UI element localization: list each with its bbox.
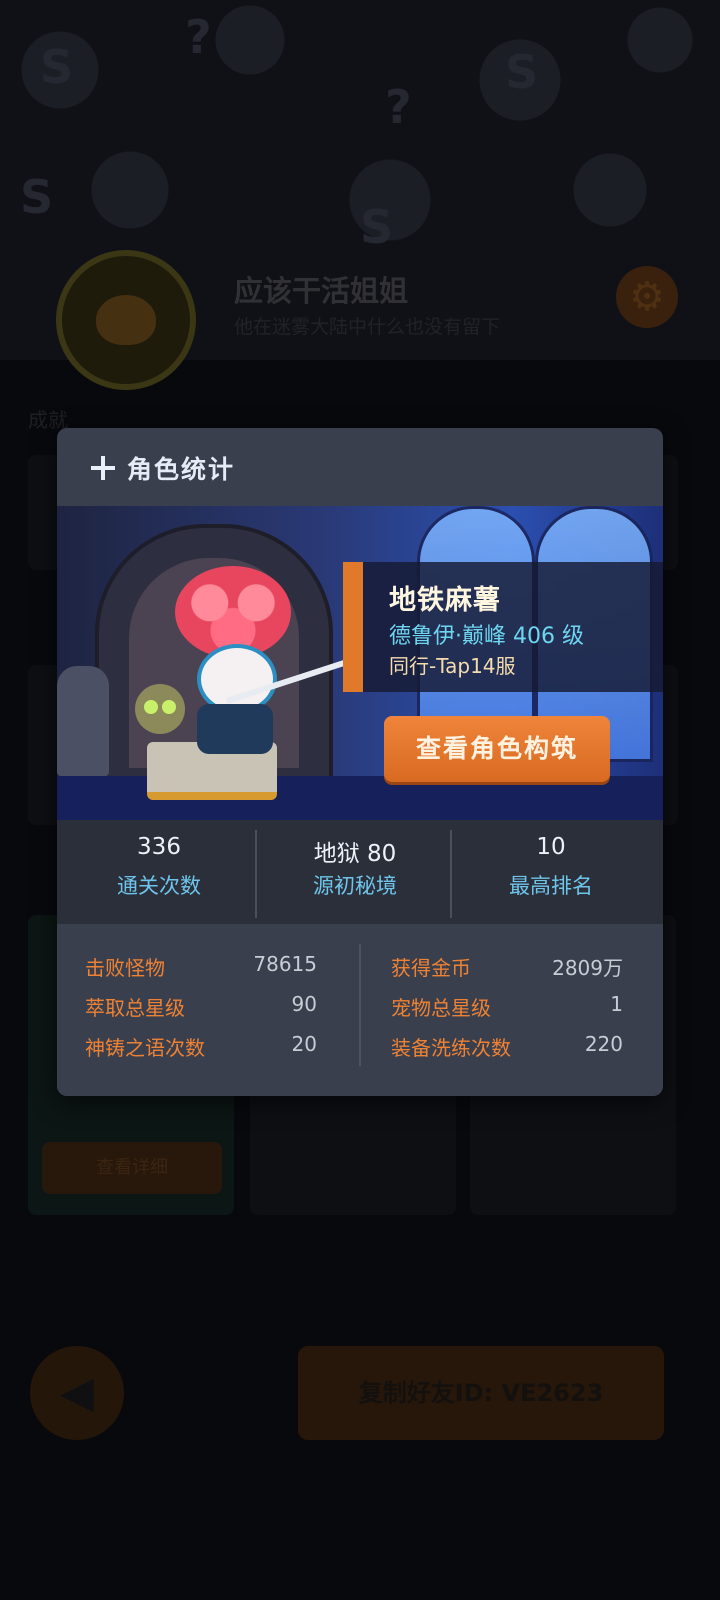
stat-label: 通关次数 (117, 874, 201, 898)
grid-divider (359, 944, 361, 1066)
stat-row: 神铸之语次数 20 (85, 1032, 317, 1062)
stat-value: 1 (610, 992, 623, 1016)
stat-value: 78615 (253, 952, 317, 976)
top-stats-row: 336 通关次数 地狱 80 源初秘境 10 最高排名 (57, 820, 663, 924)
character-banner: 地铁麻薯 德鲁伊·巅峰 406 级 同行-Tap14服 查看角色构筑 (57, 506, 663, 820)
stat-label: 神铸之语次数 (85, 1036, 205, 1060)
stat-row: 萃取总星级 90 (85, 992, 317, 1022)
stat-value: 地狱 80 (313, 841, 397, 867)
stat-label: 宠物总星级 (391, 996, 491, 1020)
stat-best-rank: 10 最高排名 (451, 820, 651, 924)
modal-header: 角色统计 (57, 428, 663, 506)
stat-label: 萃取总星级 (85, 996, 185, 1020)
stat-row: 获得金币 2809万 (391, 952, 623, 982)
stat-label: 最高排名 (509, 874, 593, 898)
modal-title: 角色统计 (127, 455, 236, 484)
stat-origin-realm: 地狱 80 源初秘境 (255, 820, 455, 924)
detail-stats-grid: 击败怪物 78615 萃取总星级 90 神铸之语次数 20 获得金币 2809万… (57, 924, 663, 1096)
stat-label: 获得金币 (391, 956, 471, 980)
plus-icon (91, 456, 115, 480)
stat-label: 击败怪物 (85, 956, 165, 980)
stat-label: 源初秘境 (313, 874, 397, 898)
stat-value: 2809万 (552, 956, 623, 980)
stat-value: 90 (291, 992, 317, 1016)
view-build-button[interactable]: 查看角色构筑 (384, 716, 610, 782)
stat-value: 220 (584, 1032, 623, 1056)
character-portrait (153, 566, 313, 786)
stat-value: 10 (536, 834, 566, 860)
stat-clear-count: 336 通关次数 (59, 820, 259, 924)
character-name: 地铁麻薯 (389, 585, 501, 616)
stat-row: 装备洗练次数 220 (391, 1032, 623, 1062)
character-stats-modal: 角色统计 地铁麻薯 德鲁伊·巅峰 406 级 同行-Tap14服 查看角色构筑 … (57, 428, 663, 1096)
stat-row: 宠物总星级 1 (391, 992, 623, 1022)
stat-row: 击败怪物 78615 (85, 952, 317, 982)
stat-label: 装备洗练次数 (391, 1036, 511, 1060)
armor-stand (57, 666, 109, 776)
character-server: 同行-Tap14服 (389, 654, 516, 678)
stat-value: 20 (291, 1032, 317, 1056)
character-class-level: 德鲁伊·巅峰 406 级 (389, 624, 584, 649)
stat-value: 336 (137, 834, 181, 860)
info-accent-bar (343, 562, 363, 692)
